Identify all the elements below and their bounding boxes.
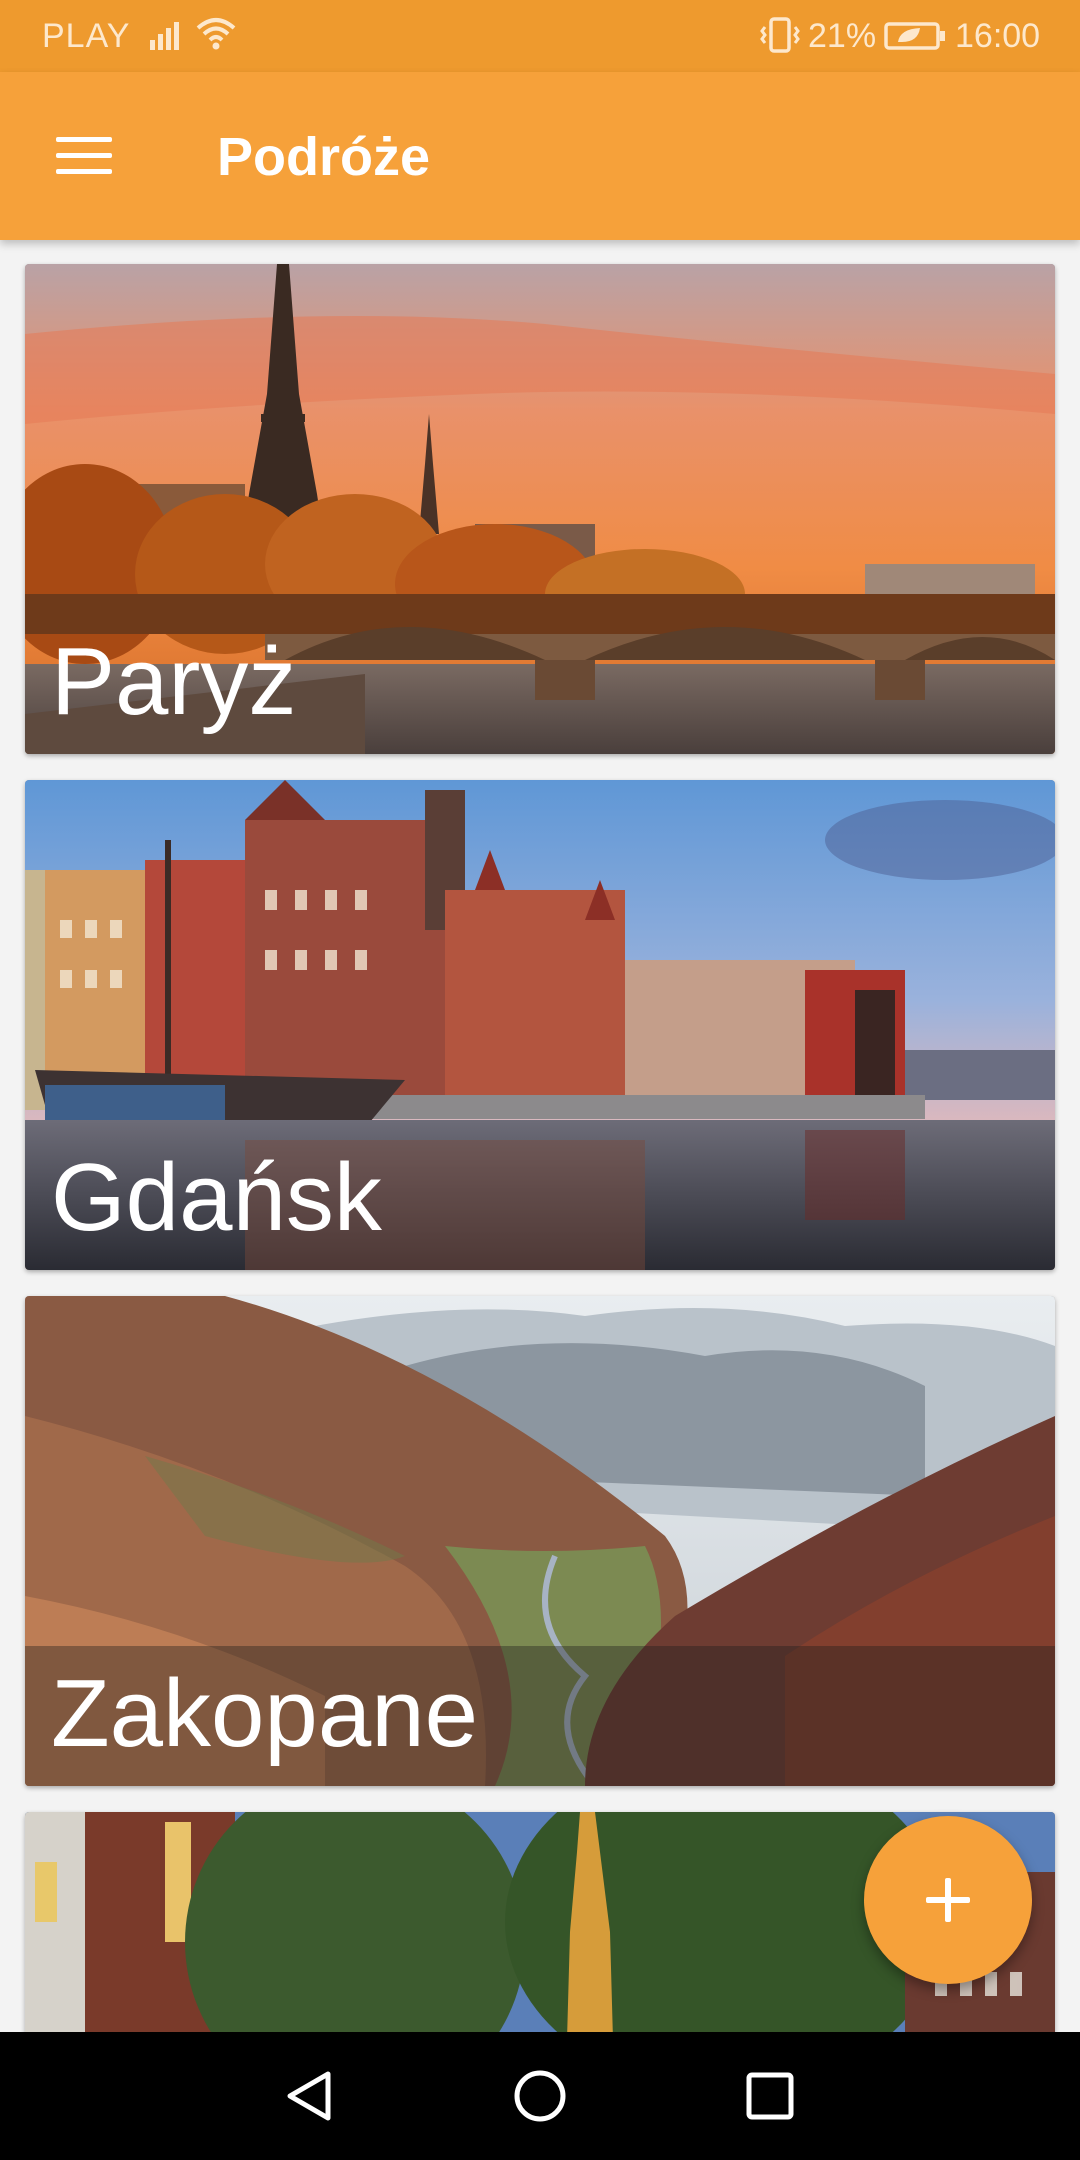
add-destination-button[interactable] bbox=[864, 1816, 1032, 1984]
back-icon[interactable] bbox=[270, 2056, 350, 2136]
screen: PLAY 21% 16:00 Podróże Paryż Gdańsk Zako… bbox=[0, 0, 1080, 2160]
clock: 16:00 bbox=[955, 17, 1041, 55]
status-bar: PLAY 21% 16:00 bbox=[0, 0, 1080, 72]
hamburger-menu-icon[interactable] bbox=[34, 116, 114, 196]
battery-saver-icon bbox=[884, 22, 945, 50]
destination-name: Zakopane bbox=[51, 1660, 478, 1767]
app-title: Podróże bbox=[217, 127, 431, 187]
system-navigation-bar bbox=[0, 2032, 1080, 2160]
destination-card-gdansk[interactable]: Gdańsk bbox=[25, 780, 1055, 1270]
signal-icon bbox=[150, 22, 179, 50]
wifi-icon bbox=[196, 18, 236, 50]
battery-percent: 21% bbox=[808, 17, 877, 55]
destination-card-paris[interactable]: Paryż bbox=[25, 264, 1055, 754]
carrier-name: PLAY bbox=[42, 17, 131, 55]
recents-icon[interactable] bbox=[730, 2056, 810, 2136]
vibrate-icon bbox=[760, 17, 800, 53]
destination-card-zakopane[interactable]: Zakopane bbox=[25, 1296, 1055, 1786]
destination-name: Paryż bbox=[51, 628, 297, 735]
destination-name: Gdańsk bbox=[51, 1144, 382, 1251]
app-bar: Podróże bbox=[0, 72, 1080, 240]
home-icon[interactable] bbox=[500, 2056, 580, 2136]
